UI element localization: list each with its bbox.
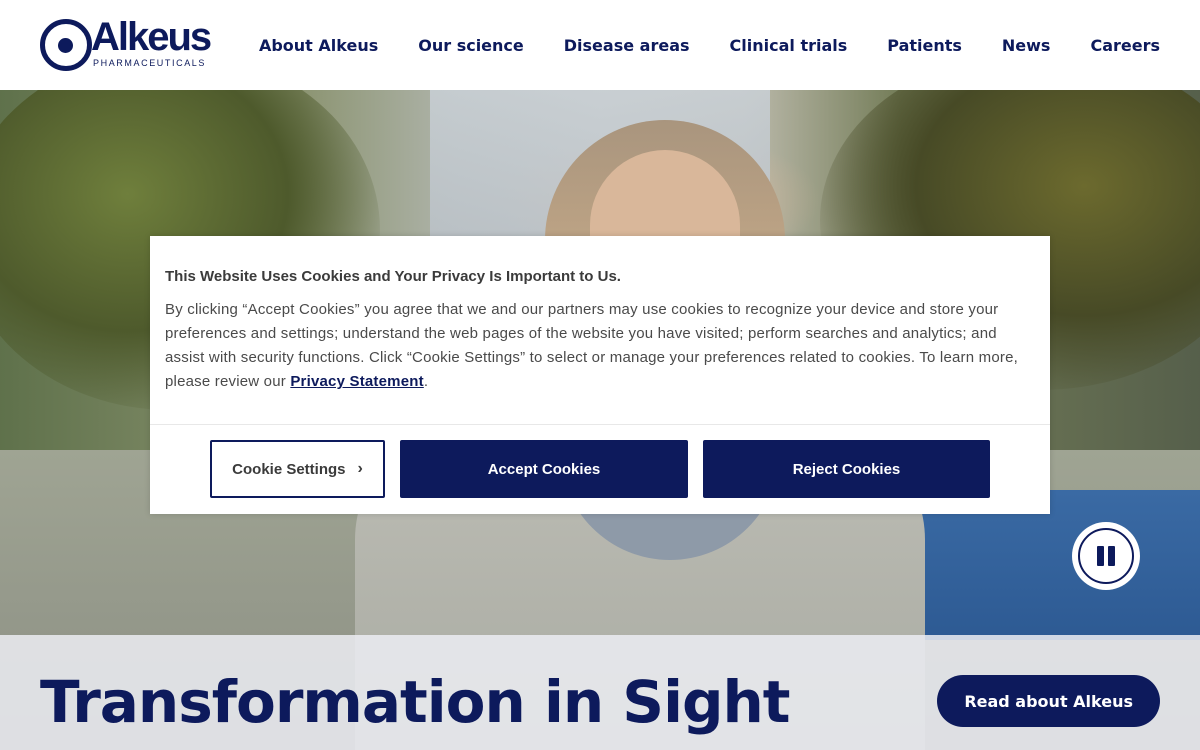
cookie-settings-label: Cookie Settings	[232, 460, 346, 478]
cookie-banner-text: By clicking “Accept Cookies” you agree t…	[165, 298, 1040, 394]
main-nav: About Alkeus Our science Disease areas C…	[219, 0, 1160, 90]
cookie-banner: This Website Uses Cookies and Your Priva…	[150, 236, 1050, 514]
logo-tagline: PHARMACEUTICALS	[93, 58, 207, 68]
nav-patients[interactable]: Patients	[887, 36, 962, 55]
reject-cookies-button[interactable]: Reject Cookies	[703, 440, 990, 498]
nav-about-alkeus[interactable]: About Alkeus	[259, 36, 378, 55]
chevron-right-icon: ›	[357, 460, 363, 477]
nav-our-science[interactable]: Our science	[418, 36, 524, 55]
read-about-alkeus-button[interactable]: Read about Alkeus	[937, 675, 1160, 727]
alkeus-logo[interactable]: Alkeus PHARMACEUTICALS	[40, 15, 212, 72]
nav-disease-areas[interactable]: Disease areas	[564, 36, 690, 55]
nav-news[interactable]: News	[1002, 36, 1051, 55]
nav-careers[interactable]: Careers	[1090, 36, 1160, 55]
accept-cookies-button[interactable]: Accept Cookies	[400, 440, 688, 498]
hero-title-band: Transformation in Sight Read about Alkeu…	[0, 635, 1200, 750]
hero-title: Transformation in Sight	[40, 668, 790, 736]
video-pause-button[interactable]	[1072, 522, 1140, 590]
logo-ring-icon	[40, 19, 92, 71]
cookie-banner-title: This Website Uses Cookies and Your Priva…	[165, 268, 621, 285]
cookie-divider	[150, 424, 1050, 425]
pause-icon	[1078, 528, 1134, 584]
logo-wordmark: Alkeus	[91, 15, 212, 59]
cookie-settings-button[interactable]: Cookie Settings ›	[210, 440, 385, 498]
privacy-statement-link[interactable]: Privacy Statement	[290, 373, 423, 390]
cookie-banner-body-end: .	[423, 373, 429, 390]
site-header: Alkeus PHARMACEUTICALS About Alkeus Our …	[0, 0, 1200, 90]
nav-clinical-trials[interactable]: Clinical trials	[730, 36, 848, 55]
